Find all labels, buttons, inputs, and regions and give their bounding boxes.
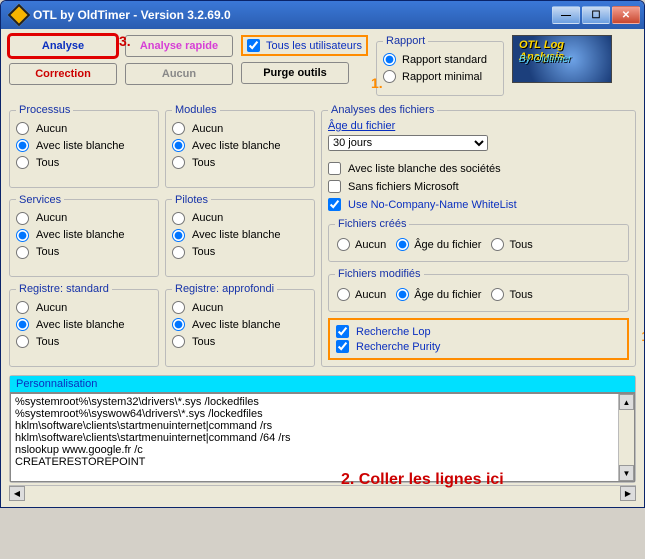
regstd-aucun-radio[interactable] [16, 301, 29, 314]
annotation-1b: 1. [641, 328, 645, 344]
correction-button[interactable]: Correction [9, 63, 117, 85]
services-liste-radio[interactable] [16, 229, 29, 242]
modules-liste-radio[interactable] [172, 139, 185, 152]
rapport-minimal-radio[interactable] [383, 70, 396, 83]
nocompany-checkbox[interactable] [328, 198, 341, 211]
tous-utilisateurs-checkbox[interactable] [247, 39, 260, 52]
fm-tous-radio[interactable] [491, 288, 504, 301]
processus-group: Processus Aucun Avec liste blanche Tous [9, 104, 159, 188]
horizontal-scrollbar[interactable]: ◀ ▶ [9, 485, 636, 501]
app-window: OTL by OldTimer - Version 3.2.69.0 — ☐ ✕… [0, 0, 645, 508]
regapp-tous-radio[interactable] [172, 335, 185, 348]
analyse-button[interactable]: Analyse [9, 35, 117, 57]
personnalisation-group: Personnalisation %systemroot%\system32\d… [9, 375, 636, 483]
tous-utilisateurs-label: Tous les utilisateurs [266, 40, 362, 52]
modules-group: Modules Aucun Avec liste blanche Tous [165, 104, 315, 188]
analyses-fichiers-group: Analyses des fichiers Âge du fichier 30 … [321, 104, 636, 367]
pilotes-liste-radio[interactable] [172, 229, 185, 242]
vertical-scrollbar[interactable]: ▲ ▼ [618, 394, 634, 481]
registre-standard-group: Registre: standard Aucun Avec liste blan… [9, 283, 159, 367]
tous-utilisateurs-box[interactable]: Tous les utilisateurs [241, 35, 368, 56]
services-tous-radio[interactable] [16, 246, 29, 259]
logo-image: OTL Log Analysis By Oldtimer [512, 35, 612, 83]
services-aucun-radio[interactable] [16, 212, 29, 225]
pilotes-group: Pilotes Aucun Avec liste blanche Tous [165, 194, 315, 278]
analyse-rapide-button[interactable]: Analyse rapide [125, 35, 233, 57]
personnalisation-legend: Personnalisation [10, 376, 635, 393]
fc-age-radio[interactable] [396, 238, 409, 251]
services-group: Services Aucun Avec liste blanche Tous [9, 194, 159, 278]
processus-tous-radio[interactable] [16, 156, 29, 169]
fm-aucun-radio[interactable] [337, 288, 350, 301]
personnalisation-textarea[interactable]: %systemroot%\system32\drivers\*.sys /loc… [11, 394, 609, 478]
rapport-standard-radio[interactable] [383, 53, 396, 66]
aucun-button[interactable]: Aucun [125, 63, 233, 85]
pilotes-aucun-radio[interactable] [172, 212, 185, 225]
fichiers-modifies-group: Fichiers modifiés Aucun Âge du fichier T… [328, 268, 629, 312]
modules-aucun-radio[interactable] [172, 122, 185, 135]
rapport-group: Rapport Rapport standard Rapport minimal [376, 35, 504, 96]
modules-tous-radio[interactable] [172, 156, 185, 169]
recherche-purity-checkbox[interactable] [336, 340, 349, 353]
maximize-button[interactable]: ☐ [582, 6, 610, 24]
annotation-3: 3. [119, 33, 131, 49]
scroll-down-icon[interactable]: ▼ [619, 465, 634, 481]
window-title: OTL by OldTimer - Version 3.2.69.0 [33, 8, 552, 22]
close-button[interactable]: ✕ [612, 6, 640, 24]
minimize-button[interactable]: — [552, 6, 580, 24]
rapport-legend: Rapport [383, 35, 428, 47]
processus-aucun-radio[interactable] [16, 122, 29, 135]
microsoft-checkbox[interactable] [328, 180, 341, 193]
scroll-right-icon[interactable]: ▶ [620, 486, 636, 501]
societe-checkbox[interactable] [328, 162, 341, 175]
purge-outils-button[interactable]: Purge outils [241, 62, 349, 84]
fc-tous-radio[interactable] [491, 238, 504, 251]
age-fichier-select[interactable]: 30 jours [328, 135, 488, 151]
scroll-up-icon[interactable]: ▲ [619, 394, 634, 410]
titlebar[interactable]: OTL by OldTimer - Version 3.2.69.0 — ☐ ✕ [1, 1, 644, 29]
fc-aucun-radio[interactable] [337, 238, 350, 251]
client-area: Analyse Correction Analyse rapide Aucun … [1, 29, 644, 501]
regapp-liste-radio[interactable] [172, 318, 185, 331]
registre-approfondi-group: Registre: approfondi Aucun Avec liste bl… [165, 283, 315, 367]
scroll-left-icon[interactable]: ◀ [9, 486, 25, 501]
fichiers-crees-group: Fichiers créés Aucun Âge du fichier Tous [328, 218, 629, 262]
age-fichier-link[interactable]: Âge du fichier [328, 120, 629, 132]
processus-liste-radio[interactable] [16, 139, 29, 152]
recherche-lop-checkbox[interactable] [336, 325, 349, 338]
regstd-tous-radio[interactable] [16, 335, 29, 348]
recherche-box: Recherche Lop Recherche Purity 1. [328, 318, 629, 360]
regapp-aucun-radio[interactable] [172, 301, 185, 314]
fm-age-radio[interactable] [396, 288, 409, 301]
regstd-liste-radio[interactable] [16, 318, 29, 331]
annotation-1a: 1. [371, 75, 383, 91]
app-icon [8, 4, 31, 27]
pilotes-tous-radio[interactable] [172, 246, 185, 259]
